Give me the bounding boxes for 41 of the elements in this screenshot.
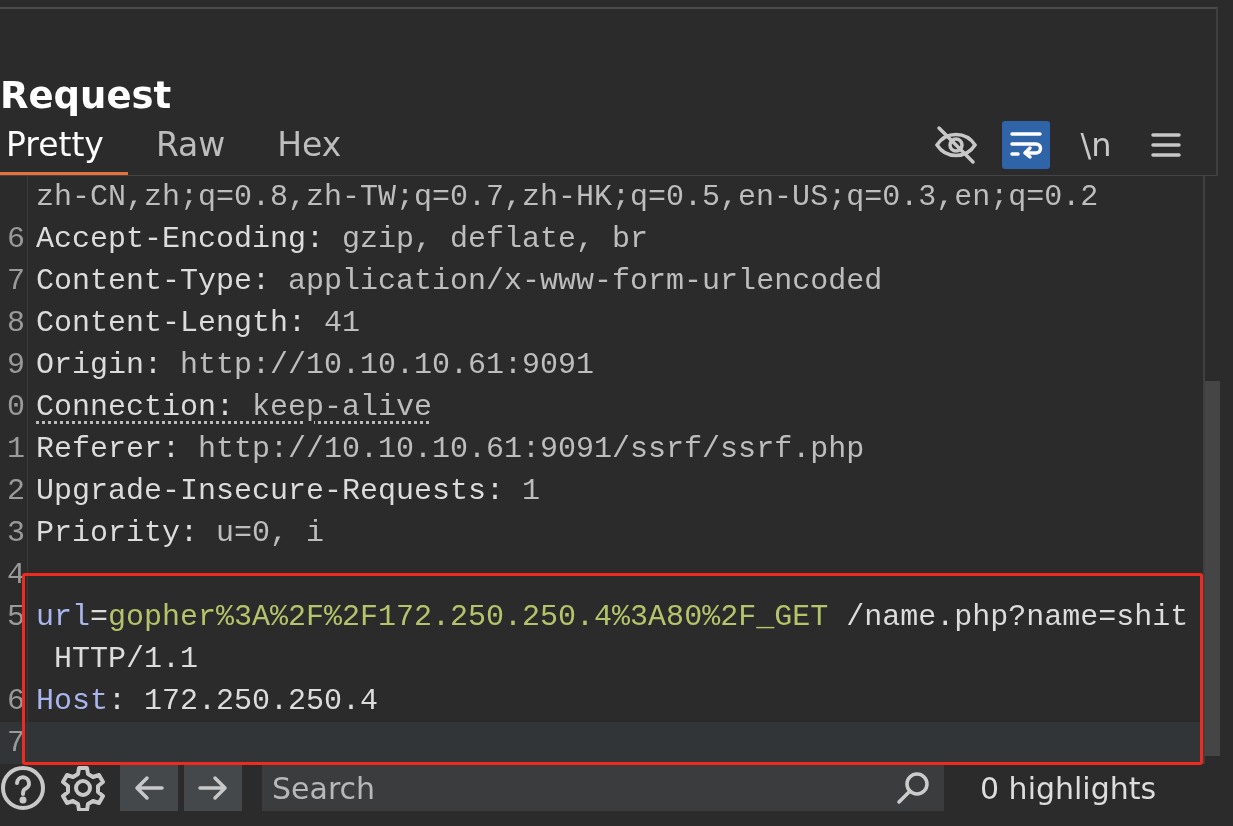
code-line: Connection: keep-alive	[35, 390, 433, 424]
code-line: Origin: http://10.10.10.61:9091	[35, 348, 595, 382]
wrap-icon	[1009, 130, 1043, 160]
hide-icon	[934, 125, 978, 165]
highlight-count: 0 highlights	[980, 770, 1157, 806]
settings-icon[interactable]	[60, 765, 106, 811]
code-line: HTTP/1.1	[53, 642, 199, 676]
panel-title: Request	[0, 73, 173, 119]
newline-toggle[interactable]: \n	[1072, 121, 1120, 169]
code-line: Content-Type: application/x-www-form-urlencoded	[35, 264, 883, 298]
tab[interactable]: Pretty	[0, 124, 128, 175]
tab[interactable]: Hex	[271, 124, 366, 175]
line-number: 2	[0, 470, 28, 512]
line-number: 1	[0, 428, 28, 470]
line-number: 9	[0, 344, 28, 386]
back-button[interactable]	[120, 765, 178, 811]
search-field[interactable]: Search	[262, 765, 944, 811]
line-number: 5	[0, 596, 28, 638]
code-line: Content-Length: 41	[35, 306, 361, 340]
code-line: url=gopher%3A%2F%2F172.250.250.4%3A80%2F_GET /name.php?name=shit	[35, 600, 1189, 634]
line-number: 8	[0, 302, 28, 344]
left-arrow-icon	[134, 775, 164, 801]
forward-button[interactable]	[184, 765, 242, 811]
code-line: Referer: http://10.10.10.61:9091/ssrf/ssrf.php	[35, 432, 865, 466]
code-line: zh-CN,zh;q=0.8,zh-TW;q=0.7,zh-HK;q=0.5,en-US;q=0.3,en;q=0.2	[35, 180, 1099, 214]
right-arrow-icon	[198, 775, 228, 801]
search-icon[interactable]	[896, 771, 930, 805]
line-number: 4	[0, 554, 28, 596]
line-number: 6	[0, 218, 28, 260]
tab[interactable]: Raw	[149, 124, 250, 175]
wrap-toggle[interactable]	[1002, 121, 1050, 169]
line-number: 7	[0, 260, 28, 302]
code-line: Accept-Encoding: gzip, deflate, br	[35, 222, 649, 256]
line-number: 7	[0, 722, 28, 764]
line-number: 3	[0, 512, 28, 554]
code-line: Host: 172.250.250.4	[35, 684, 379, 718]
menu-icon	[1151, 132, 1181, 158]
help-icon[interactable]	[0, 765, 46, 811]
code-line: Priority: u=0, i	[35, 516, 325, 550]
line-number: 0	[0, 386, 28, 428]
code-line: Upgrade-Insecure-Requests: 1	[35, 474, 541, 508]
